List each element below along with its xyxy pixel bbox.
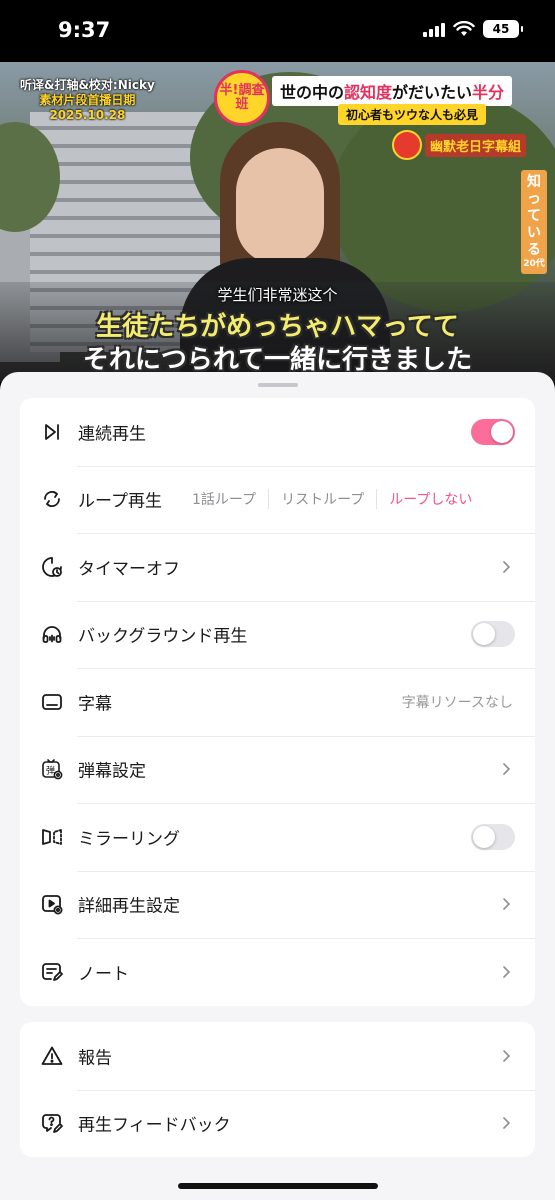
- status-icons: 45: [423, 20, 523, 38]
- setting-label: ミラーリング: [78, 829, 180, 850]
- setting-playback-feedback[interactable]: 再生フィードバック: [20, 1089, 535, 1158]
- video-subhead: 初心者もツウな人も必見: [338, 104, 487, 125]
- subtitle-group-badge: 幽默老日字幕組: [392, 130, 527, 160]
- credit-line: 2025.10.28: [49, 108, 126, 122]
- subtitles-icon: [40, 690, 64, 714]
- setting-danmaku[interactable]: 弾 弾幕設定: [20, 735, 535, 804]
- setting-mirroring[interactable]: ミラーリング: [20, 803, 535, 871]
- status-time: 9:37: [58, 18, 111, 42]
- toggle-knob: [473, 825, 495, 848]
- side-caption-age: 20代: [523, 259, 545, 269]
- video-player[interactable]: 听译&打轴&校对:Nicky 素材片段首播日期 2025.10.28 半!調査班…: [0, 62, 555, 382]
- cellular-signal-icon: [423, 21, 445, 37]
- wifi-icon: [453, 21, 475, 36]
- headphones-icon: [40, 622, 64, 646]
- loop-option-none[interactable]: ループしない: [376, 489, 484, 510]
- loop-mode-selector: 1話ループ リストループ ループしない: [180, 489, 515, 510]
- subtitle-japanese-line1: 生徒たちがめっちゃハマってて: [96, 312, 459, 342]
- background-play-toggle[interactable]: [471, 621, 515, 648]
- setting-loop-play: ループ再生 1話ループ リストループ ループしない: [20, 465, 535, 534]
- subtitle-group-label: 幽默老日字幕組: [425, 133, 527, 157]
- setting-advanced-playback[interactable]: 詳細再生設定: [20, 870, 535, 939]
- setting-label: 詳細再生設定: [78, 896, 180, 917]
- playback-settings-sheet: 連続再生 ループ再生 1話ループ リストループ ループしない タイマーオフ バッ…: [0, 372, 555, 1200]
- chevron-right-icon: [499, 762, 513, 776]
- loop-option-list[interactable]: リストループ: [268, 489, 376, 510]
- setting-label: ノート: [78, 964, 129, 985]
- warning-icon: [40, 1044, 64, 1068]
- setting-label: 連続再生: [78, 424, 146, 445]
- danmaku-settings-icon: 弾: [40, 757, 64, 781]
- setting-label: 字幕: [78, 694, 112, 715]
- show-logo: 半!調査班: [214, 70, 270, 126]
- loop-option-single[interactable]: 1話ループ: [180, 489, 268, 509]
- repeat-icon: [40, 487, 64, 511]
- chevron-right-icon: [499, 897, 513, 911]
- video-headline: 世の中の認知度がだいたい半分: [272, 76, 513, 106]
- timer-icon: [40, 555, 64, 579]
- mirroring-toggle[interactable]: [471, 823, 515, 850]
- side-caption: 知っている 20代: [521, 170, 547, 274]
- status-bar: 9:37 45: [0, 0, 555, 62]
- chevron-right-icon: [499, 1116, 513, 1130]
- fansub-credit: 听译&打轴&校对:Nicky 素材片段首播日期 2025.10.28: [20, 78, 155, 123]
- playback-settings-card: 連続再生 ループ再生 1話ループ リストループ ループしない タイマーオフ バッ…: [20, 398, 535, 1006]
- support-card: 報告 再生フィードバック: [20, 1022, 535, 1157]
- setting-label: 報告: [78, 1048, 112, 1069]
- chevron-right-icon: [499, 1049, 513, 1063]
- battery-icon: 45: [483, 20, 523, 38]
- feedback-icon: [40, 1111, 64, 1135]
- setting-timer[interactable]: タイマーオフ: [20, 533, 535, 601]
- continuous-play-toggle[interactable]: [471, 418, 515, 445]
- home-indicator: [178, 1183, 378, 1189]
- setting-notes[interactable]: ノート: [20, 938, 535, 1006]
- note-icon: [40, 960, 64, 984]
- daruma-icon: [392, 130, 422, 160]
- setting-background-play[interactable]: バックグラウンド再生: [20, 600, 535, 669]
- setting-label: 再生フィードバック: [78, 1115, 231, 1136]
- setting-label: バックグラウンド再生: [78, 626, 248, 647]
- headline-highlight: 半分: [472, 83, 505, 102]
- subtitles-status: 字幕リソースなし: [401, 694, 513, 711]
- setting-label: タイマーオフ: [78, 559, 180, 580]
- headline-text: 世の中の: [280, 83, 345, 102]
- credit-line: 素材片段首播日期: [39, 93, 136, 107]
- skip-forward-icon: [40, 420, 64, 444]
- setting-continuous-play[interactable]: 連続再生: [20, 398, 535, 466]
- chevron-right-icon: [499, 965, 513, 979]
- drag-handle[interactable]: [258, 383, 298, 387]
- headline-highlight: 認知度: [344, 83, 393, 102]
- toggle-knob: [473, 623, 495, 646]
- chevron-right-icon: [499, 560, 513, 574]
- video-person-face: [236, 148, 324, 264]
- headline-text: がだいたい: [392, 83, 473, 102]
- setting-report[interactable]: 報告: [20, 1022, 535, 1090]
- subtitle-japanese-line2: それにつられて一緒に行きました: [82, 345, 473, 375]
- subtitle-chinese: 学生们非常迷这个: [217, 286, 338, 304]
- toggle-knob: [491, 420, 513, 443]
- play-settings-icon: [40, 892, 64, 916]
- setting-label: 弾幕設定: [78, 761, 146, 782]
- side-caption-text: 知っている: [527, 174, 541, 258]
- setting-label: ループ再生: [78, 491, 162, 512]
- credit-line: 听译&打轴&校对:Nicky: [20, 78, 155, 92]
- setting-subtitles[interactable]: 字幕 字幕リソースなし: [20, 668, 535, 736]
- mirror-icon: [40, 825, 64, 849]
